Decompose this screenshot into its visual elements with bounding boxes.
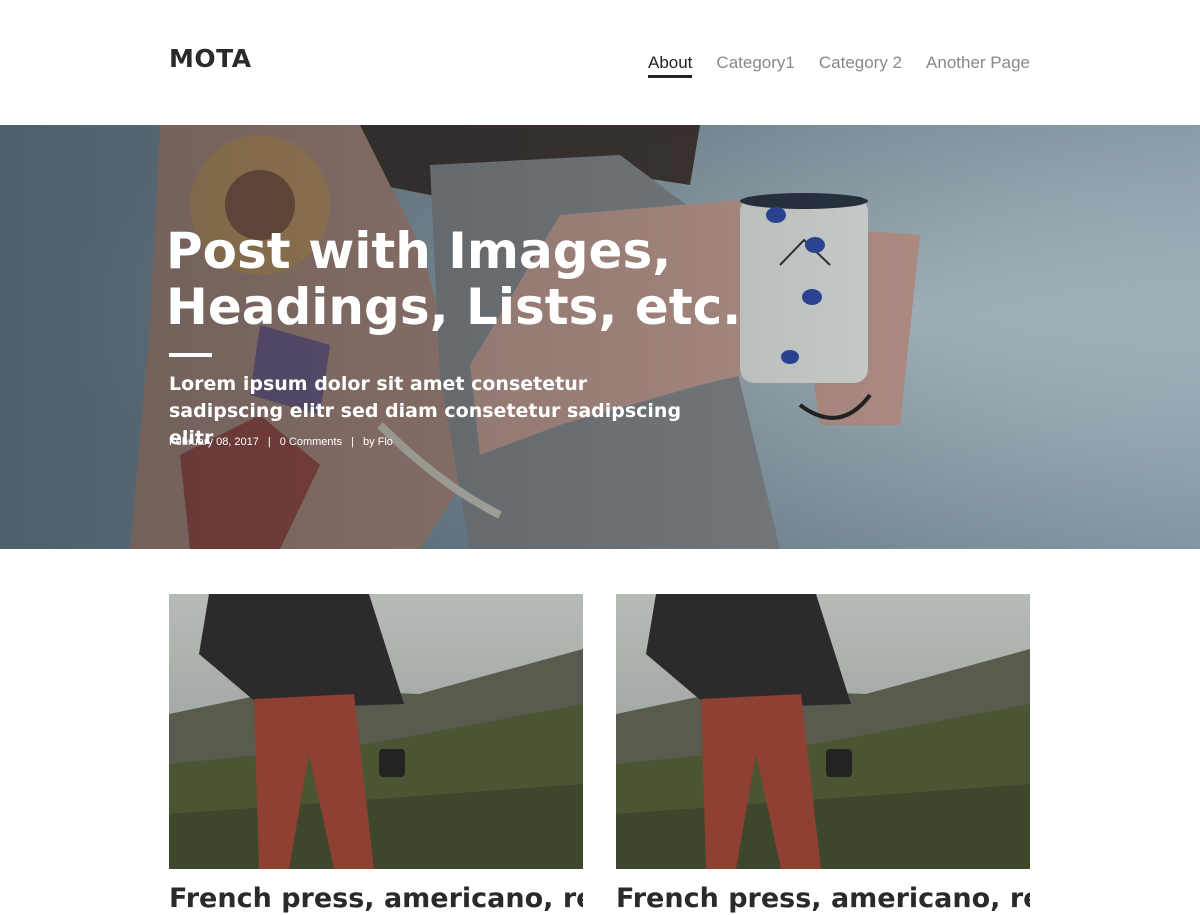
post-thumbnail[interactable] bbox=[169, 594, 583, 869]
main-nav: About Category1 Category 2 Another Page bbox=[624, 53, 1030, 78]
hero-divider bbox=[169, 353, 212, 357]
nav-item-category1[interactable]: Category1 bbox=[716, 53, 794, 78]
post-date-link[interactable]: February 08, 2017 bbox=[169, 436, 259, 448]
meta-separator: | bbox=[351, 436, 354, 448]
site-header: MOTA About Category1 Category 2 Another … bbox=[0, 0, 1200, 125]
post-title[interactable]: French press, americano, redeye bbox=[169, 883, 583, 915]
site-logo[interactable]: MOTA bbox=[169, 44, 252, 73]
meta-separator: | bbox=[267, 436, 271, 448]
nav-item-another-page[interactable]: Another Page bbox=[926, 53, 1030, 78]
hero-overlay bbox=[0, 125, 1200, 549]
hero-banner[interactable]: Post with Images, Headings, Lists, etc. … bbox=[0, 125, 1200, 549]
post-title[interactable]: French press, americano, redeye bbox=[616, 883, 1030, 915]
nav-item-about[interactable]: About bbox=[647, 53, 693, 78]
hero-meta: February 08, 2017 | 0 Comments | by Flo bbox=[169, 436, 393, 448]
post-card: French press, americano, redeye bbox=[169, 594, 583, 915]
post-comments-link[interactable]: 0 Comments bbox=[280, 436, 342, 448]
post-author-link[interactable]: by Flo bbox=[363, 436, 393, 448]
nav-item-category-2[interactable]: Category 2 bbox=[819, 53, 902, 78]
post-thumbnail[interactable] bbox=[616, 594, 1030, 869]
post-card: French press, americano, redeye bbox=[616, 594, 1030, 915]
hero-title[interactable]: Post with Images, Headings, Lists, etc. bbox=[166, 223, 786, 335]
